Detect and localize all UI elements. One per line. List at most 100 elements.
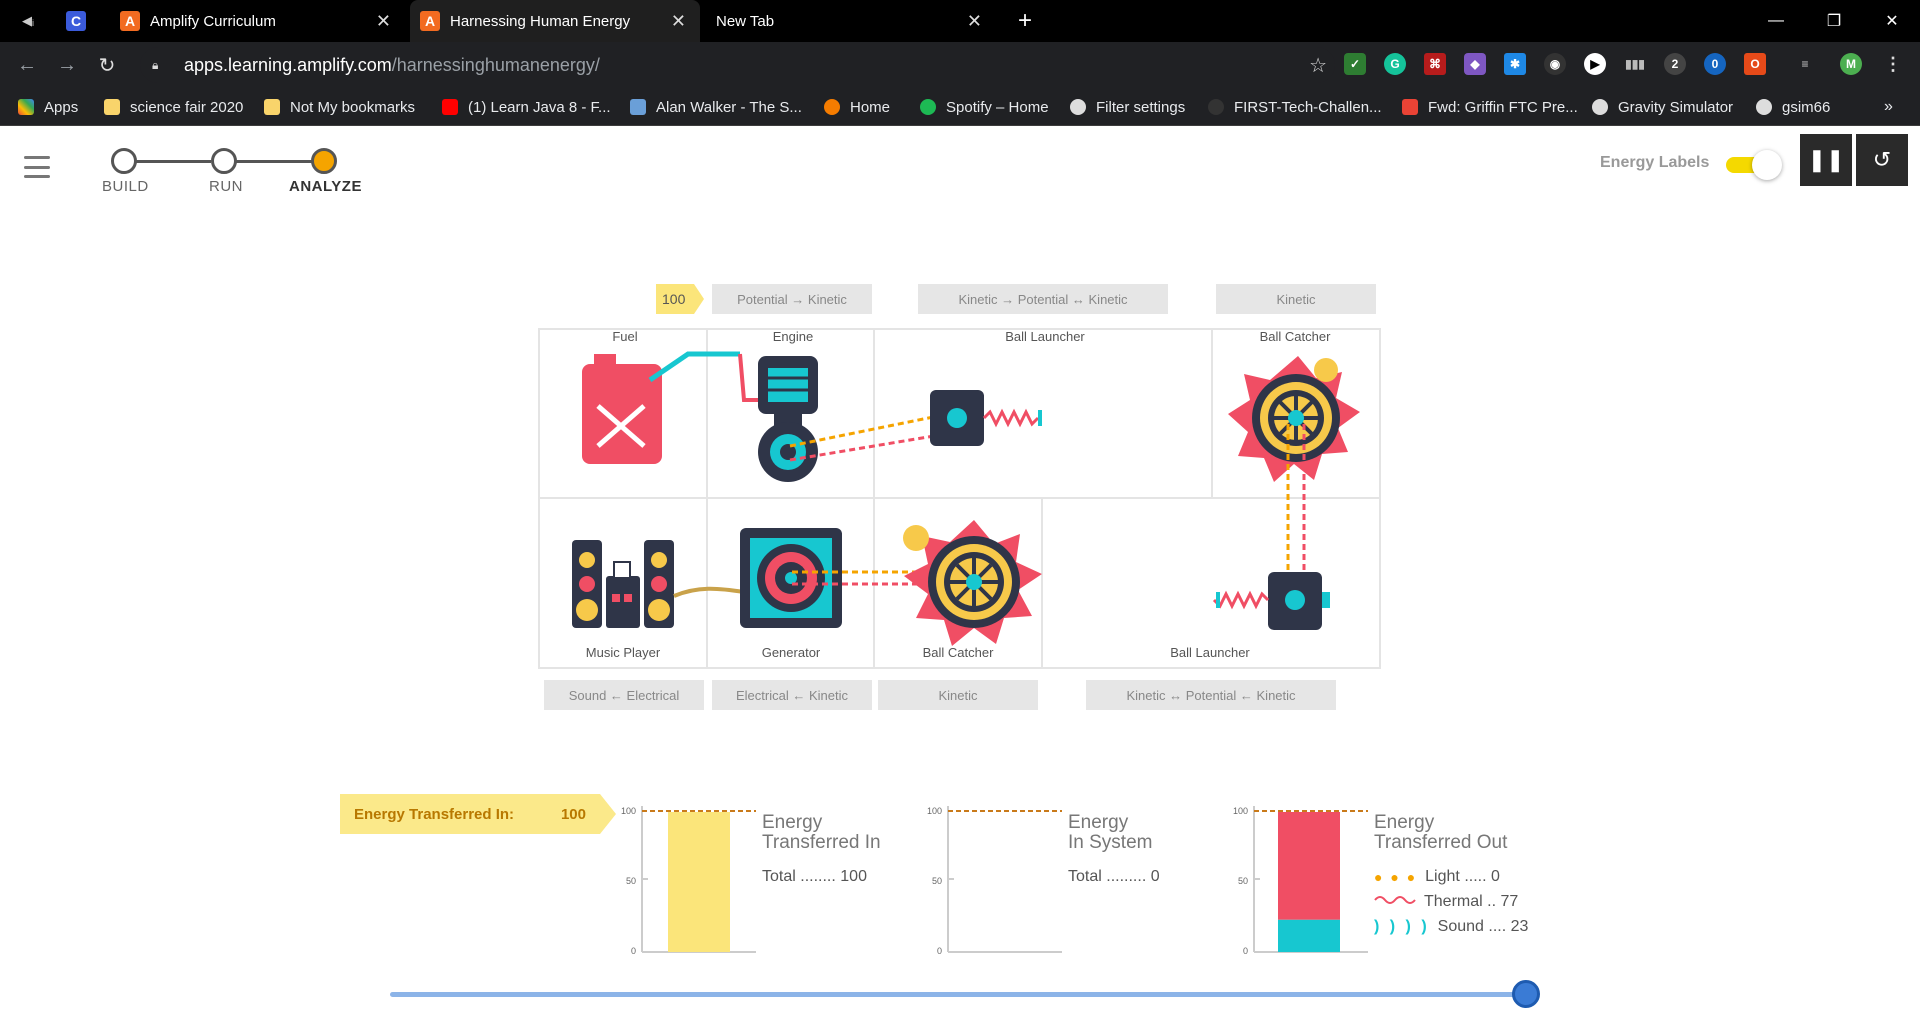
reset-button[interactable]: ↺ [1856, 134, 1908, 186]
bookmark-label: Not My bookmarks [290, 98, 416, 116]
energy-in-value: 100 [560, 805, 586, 823]
section-label-fuel: Fuel [612, 329, 638, 344]
pause-button[interactable]: ❚❚ [1800, 134, 1852, 186]
music-energy-label: Sound ← Electrical [544, 680, 704, 710]
step-run-label: RUN [209, 178, 243, 195]
bookmark-star-icon[interactable]: ☆ [1309, 53, 1327, 78]
folder-icon [264, 99, 280, 115]
reset-icon: ↺ [1872, 147, 1892, 172]
back-button[interactable]: ← [12, 50, 42, 80]
step-run[interactable] [211, 148, 237, 174]
url-text[interactable]: apps.learning.amplify.com/harnessinghuma… [184, 55, 600, 76]
grammarly-icon[interactable]: G [1384, 53, 1406, 75]
bookmark-label: Spotify – Home [946, 98, 1049, 116]
section-label-ball-catcher: Ball Catcher [1259, 329, 1331, 344]
globe-icon [1070, 99, 1086, 115]
generator-energy-label: Electrical ← Kinetic [712, 680, 872, 710]
extension-badge-2-icon[interactable]: 2 [1664, 53, 1686, 75]
step-build-label: BUILD [102, 178, 149, 195]
spotify-icon [920, 99, 936, 115]
pdf-extension-icon[interactable]: ⌘ [1424, 53, 1446, 75]
tab-audio[interactable]: ◀ᵢ [22, 0, 46, 42]
tab-harnessing-human-energy[interactable]: A Harnessing Human Energy ✕ [410, 0, 700, 42]
purple-extension-icon[interactable]: ◆ [1464, 53, 1486, 75]
address-bar[interactable]: 🔒︎ apps.learning.amplify.com/harnessingh… [140, 47, 1335, 83]
close-window-button[interactable]: ✕ [1864, 0, 1920, 42]
audio-wave-extension-icon[interactable]: ▮▮▮ [1624, 53, 1646, 75]
section-label-ball-launcher: Ball Launcher [1170, 645, 1250, 660]
section-label-ball-launcher: Ball Launcher [1005, 329, 1085, 344]
bookmark-link[interactable]: Alan Walker - The S... [630, 88, 802, 126]
step-build[interactable] [111, 148, 137, 174]
avatar[interactable]: M [1840, 53, 1862, 75]
tab-new-tab[interactable]: New Tab ✕ [706, 0, 996, 42]
bookmark-apps[interactable]: Apps [18, 88, 78, 126]
restore-icon: ❐ [1826, 13, 1842, 30]
energy-labels-text: Energy Labels [1600, 154, 1710, 171]
reload-button[interactable]: ↻ [92, 50, 122, 80]
section-label-engine: Engine [772, 329, 814, 344]
media-control-icon[interactable]: ≡ [1794, 53, 1816, 75]
spy-extension-icon[interactable]: ◉ [1544, 53, 1566, 75]
url-path: /harnessinghumanenergy/ [391, 54, 600, 75]
close-tab-icon[interactable]: ✕ [376, 11, 391, 32]
bookmark-link[interactable]: gsim66 [1756, 88, 1830, 126]
energy-in-badge-value: 100 [662, 291, 686, 307]
sound-wave-icon: ) ) ) ) [1374, 918, 1430, 935]
energy-out-sound-bar [1278, 919, 1340, 952]
legend-sound: ) ) ) ) Sound .... 23 [1374, 918, 1529, 935]
tab-canvas[interactable]: C [66, 0, 106, 42]
bookmark-link[interactable]: Gravity Simulator [1592, 88, 1733, 126]
minimize-button[interactable]: — [1748, 0, 1804, 42]
folder-icon [104, 99, 120, 115]
cursor-extension-icon[interactable]: ▶ [1584, 53, 1606, 75]
globe-icon [1756, 99, 1772, 115]
extension-badge-0-icon[interactable]: 0 [1704, 53, 1726, 75]
timeline-slider-handle[interactable] [1512, 980, 1540, 1008]
bookmark-link[interactable]: Spotify – Home [920, 88, 1049, 126]
bookmark-label: Fwd: Griffin FTC Pre... [1428, 98, 1578, 116]
close-tab-icon[interactable]: ✕ [967, 11, 982, 32]
tab-strip: ◀ᵢ C A Amplify Curriculum ✕ A Harnessing… [0, 0, 1920, 42]
bookmark-link[interactable]: (1) Learn Java 8 - F... [442, 88, 611, 126]
timeline-slider-track[interactable] [390, 992, 1528, 997]
bookmark-link[interactable]: FIRST-Tech-Challen... [1208, 88, 1382, 126]
url-host: apps.learning.amplify.com [184, 54, 392, 75]
energy-system-bar-chart [947, 806, 1062, 953]
shield-extension-icon[interactable]: ✓ [1344, 53, 1366, 75]
energy-in-bar [668, 812, 730, 952]
office-extension-icon[interactable]: O [1744, 53, 1766, 75]
snowflake-extension-icon[interactable]: ✱ [1504, 53, 1526, 75]
globe-icon [1592, 99, 1608, 115]
bookmark-link[interactable]: Home [824, 88, 890, 126]
light-dots-icon: ● ● ● [1374, 869, 1418, 885]
lock-icon: 🔒︎ [152, 57, 159, 72]
kebab-menu-icon[interactable]: ⋮ [1882, 53, 1904, 75]
y-tick: 50 [1237, 876, 1248, 886]
tab-amplify-curriculum[interactable]: A Amplify Curriculum ✕ [120, 0, 405, 42]
y-tick: 0 [630, 946, 636, 956]
energy-in-label: Energy Transferred In: [354, 805, 515, 823]
close-tab-icon[interactable]: ✕ [671, 11, 686, 32]
bookmark-link[interactable]: Filter settings [1070, 88, 1185, 126]
bookmark-label: Home [850, 98, 891, 116]
canvas-c-icon: C [66, 11, 86, 31]
forward-button[interactable]: → [52, 50, 82, 80]
thermal-wave-icon [1374, 893, 1416, 911]
restore-button[interactable]: ❐ [1806, 0, 1862, 42]
amplify-logo-icon: A [420, 11, 440, 31]
menu-icon[interactable] [24, 156, 50, 178]
amplify-logo-icon: A [120, 11, 140, 31]
legend-thermal: Thermal .. 77 [1374, 893, 1518, 911]
new-tab-button[interactable]: + [1018, 0, 1046, 42]
bookmark-label: Apps [44, 98, 79, 116]
chart-system-title: Energy In System [1068, 812, 1153, 853]
chart-system-total: Total ......... 0 [1068, 868, 1160, 885]
simulation-app: BUILD RUN ANALYZE Energy Labels ❚❚ ↺ 100… [0, 126, 1920, 1030]
bookmark-folder[interactable]: Not My bookmarks [264, 88, 415, 126]
step-analyze[interactable] [311, 148, 337, 174]
bookmark-folder[interactable]: science fair 2020 [104, 88, 243, 126]
bookmarks-overflow-icon[interactable]: » [1884, 88, 1893, 126]
energy-labels-toggle[interactable] [1724, 148, 1784, 180]
bookmark-link[interactable]: Fwd: Griffin FTC Pre... [1402, 88, 1578, 126]
